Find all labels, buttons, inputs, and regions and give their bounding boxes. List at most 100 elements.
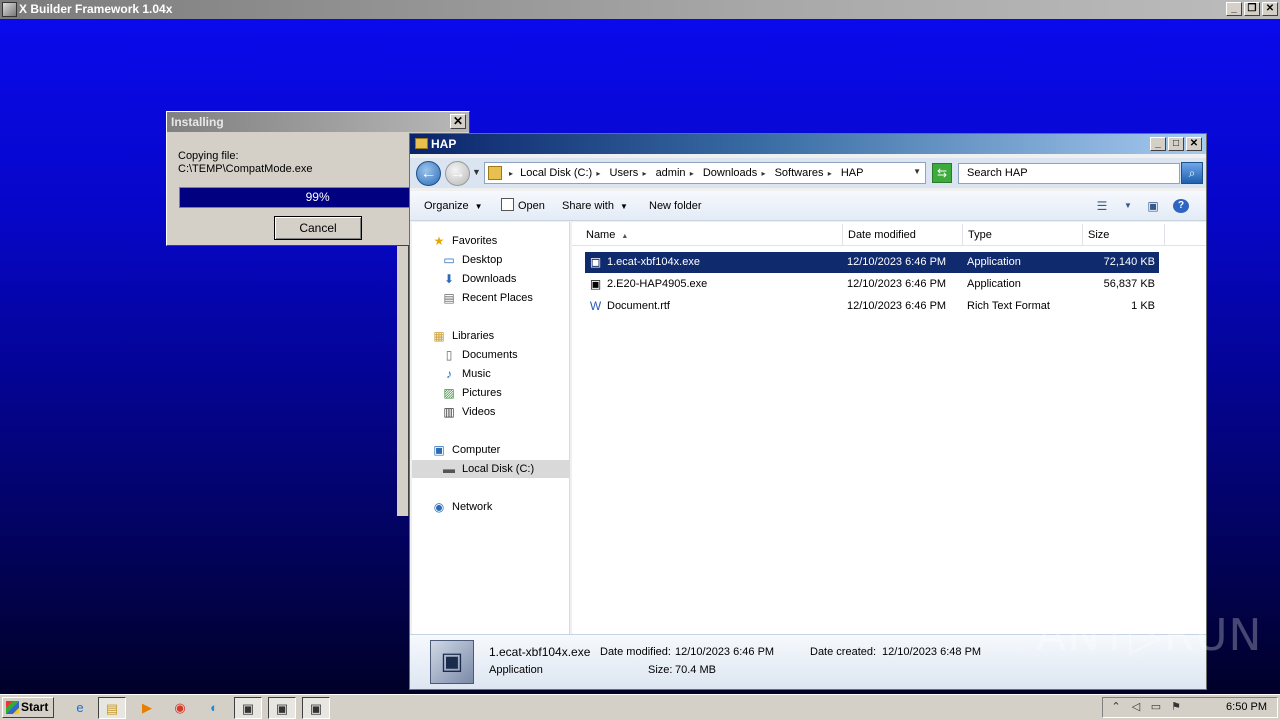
clock[interactable]: 6:50 PM (1226, 698, 1267, 717)
sort-ascending-icon: ▲ (621, 233, 629, 240)
explorer-window: HAP _ □ ✕ ← → ▼ ▸ Local Disk (C:) ▸ User… (409, 133, 1207, 690)
installer-app-icon[interactable]: ▣ (234, 697, 262, 719)
taskbar: Start e ▤ ▶ ◉ ◐ ▣ ▣ ▣ ⌃ ◁ ▭ ⚑ 6:50 PM (0, 694, 1280, 720)
folder-icon (488, 166, 502, 180)
explorer-close-button[interactable]: ✕ (1186, 137, 1202, 151)
open-button[interactable]: Open (501, 191, 545, 221)
internet-explorer-icon[interactable]: e (66, 697, 94, 719)
column-header-date-modified[interactable]: Date modified (843, 224, 963, 246)
nav-label: Libraries (452, 330, 495, 342)
explorer-maximize-button[interactable]: □ (1168, 137, 1184, 151)
app-window-controls: _ ❐ ✕ (1226, 2, 1278, 16)
installing-dialog-title: Installing (171, 115, 224, 129)
nav-item-local-disk[interactable]: ▬ Local Disk (C:) (412, 460, 570, 478)
nav-label: Videos (462, 406, 496, 418)
breadcrumb-separator-icon[interactable]: ▸ (509, 169, 513, 178)
breadcrumb: ▸ Local Disk (C:) ▸ Users ▸ admin ▸ Down… (509, 163, 863, 183)
action-center-flag-icon[interactable]: ⚑ (1169, 700, 1183, 715)
close-button[interactable]: ✕ (1262, 2, 1278, 16)
nav-item-pictures[interactable]: ▨ Pictures (412, 384, 570, 402)
dialog-close-button[interactable]: ✕ (450, 114, 466, 129)
nav-item-desktop[interactable]: ▭ Desktop (412, 251, 570, 269)
edge-icon[interactable]: ◐ (200, 697, 228, 719)
refresh-button[interactable]: ⇆ (932, 163, 952, 183)
help-icon[interactable]: ? (1173, 199, 1189, 213)
restore-button[interactable]: ❐ (1244, 2, 1260, 16)
back-button[interactable]: ← (416, 161, 441, 186)
minimize-button[interactable]: _ (1226, 2, 1242, 16)
column-header-size[interactable]: Size (1083, 224, 1165, 246)
search-icon: ⌕ (1188, 166, 1196, 180)
command-bar: Organize ▼ Open Share with ▼ New folder ☰ … (410, 191, 1206, 221)
details-date-created-label: Date created: (810, 646, 877, 658)
videos-icon: ▥ (443, 405, 455, 419)
organize-button[interactable]: Organize ▼ (424, 191, 483, 221)
breadcrumb-local-disk[interactable]: Local Disk (C:) (520, 167, 592, 179)
forward-button[interactable]: → (445, 161, 470, 186)
explorer-title: HAP (431, 137, 457, 151)
nav-item-favorites[interactable]: ★ Favorites (412, 232, 570, 250)
view-options-dropdown-icon[interactable]: ▼ (1120, 199, 1136, 213)
start-label: Start (21, 700, 49, 714)
nav-item-computer[interactable]: ▣ Computer (412, 441, 570, 459)
start-button[interactable]: Start (2, 697, 54, 718)
recent-pages-dropdown-icon[interactable]: ▼ (472, 167, 481, 177)
breadcrumb-users[interactable]: Users (610, 167, 639, 179)
breadcrumb-separator-icon[interactable]: ▸ (688, 169, 694, 178)
search-input[interactable]: Search HAP (958, 163, 1180, 184)
breadcrumb-hap[interactable]: HAP (841, 167, 864, 179)
file-date: 12/10/2023 6:46 PM (847, 256, 947, 268)
volume-icon[interactable]: ◁ (1129, 700, 1143, 715)
details-size-label: Size: (648, 664, 673, 676)
nav-item-downloads[interactable]: ⬇ Downloads (412, 270, 570, 288)
installer-app-icon[interactable]: ▣ (268, 697, 296, 719)
file-name: 1.ecat-xbf104x.exe (607, 256, 700, 268)
nav-item-music[interactable]: ♪ Music (412, 365, 570, 383)
file-row[interactable]: W Document.rtf 12/10/2023 6:46 PM Rich T… (585, 296, 1159, 317)
breadcrumb-separator-icon[interactable]: ▸ (640, 169, 646, 178)
explorer-titlebar: HAP _ □ ✕ (410, 134, 1206, 154)
nav-label: Music (462, 368, 491, 380)
column-header-name[interactable]: Name ▲ (581, 224, 843, 246)
file-row[interactable]: ▣ 1.ecat-xbf104x.exe 12/10/2023 6:46 PM … (585, 252, 1159, 273)
show-hidden-icons-icon[interactable]: ⌃ (1109, 700, 1123, 715)
file-explorer-icon[interactable]: ▤ (98, 697, 126, 719)
new-folder-button[interactable]: New folder (649, 191, 702, 221)
new-folder-label: New folder (649, 200, 702, 212)
media-player-icon[interactable]: ▶ (133, 697, 161, 719)
file-row[interactable]: ▣ 2.E20-HAP4905.exe 12/10/2023 6:46 PM A… (585, 274, 1159, 295)
search-button[interactable]: ⌕ (1181, 162, 1203, 184)
chevron-down-icon: ▼ (474, 202, 483, 211)
nav-item-network[interactable]: ◉ Network (412, 498, 570, 516)
refresh-icon: ⇆ (936, 166, 948, 180)
nav-item-libraries[interactable]: ▦ Libraries (412, 327, 570, 345)
file-name: 2.E20-HAP4905.exe (607, 278, 708, 290)
nav-item-recent-places[interactable]: ▤ Recent Places (412, 289, 570, 307)
explorer-minimize-button[interactable]: _ (1150, 137, 1166, 151)
breadcrumb-separator-icon[interactable]: ▸ (594, 169, 600, 178)
address-bar[interactable]: ▸ Local Disk (C:) ▸ Users ▸ admin ▸ Down… (484, 162, 926, 184)
nav-item-documents[interactable]: ▯ Documents (412, 346, 570, 364)
chrome-icon[interactable]: ◉ (166, 697, 194, 719)
installer-app-icon[interactable]: ▣ (302, 697, 330, 719)
file-size: 72,140 KB (1103, 256, 1155, 268)
network-status-icon[interactable]: ▭ (1149, 700, 1163, 715)
nav-label: Computer (452, 444, 501, 456)
breadcrumb-downloads[interactable]: Downloads (703, 167, 757, 179)
cancel-button[interactable]: Cancel (274, 216, 362, 240)
share-with-button[interactable]: Share with ▼ (562, 191, 628, 221)
preview-pane-icon[interactable]: ▣ (1145, 199, 1161, 213)
breadcrumb-admin[interactable]: admin (656, 167, 686, 179)
column-header-type[interactable]: Type (963, 224, 1083, 246)
organize-label: Organize (424, 200, 469, 212)
change-view-icon[interactable]: ☰ (1094, 199, 1110, 213)
nav-item-videos[interactable]: ▥ Videos (412, 403, 570, 421)
details-date-modified-label: Date modified: (600, 646, 671, 658)
breadcrumb-softwares[interactable]: Softwares (775, 167, 824, 179)
breadcrumb-separator-icon[interactable]: ▸ (826, 169, 832, 178)
address-dropdown-icon[interactable]: ▼ (913, 167, 921, 176)
breadcrumb-separator-icon[interactable]: ▸ (759, 169, 765, 178)
file-type: Application (967, 256, 1021, 268)
application-icon: ▣ (589, 255, 602, 269)
computer-icon: ▣ (433, 443, 445, 457)
